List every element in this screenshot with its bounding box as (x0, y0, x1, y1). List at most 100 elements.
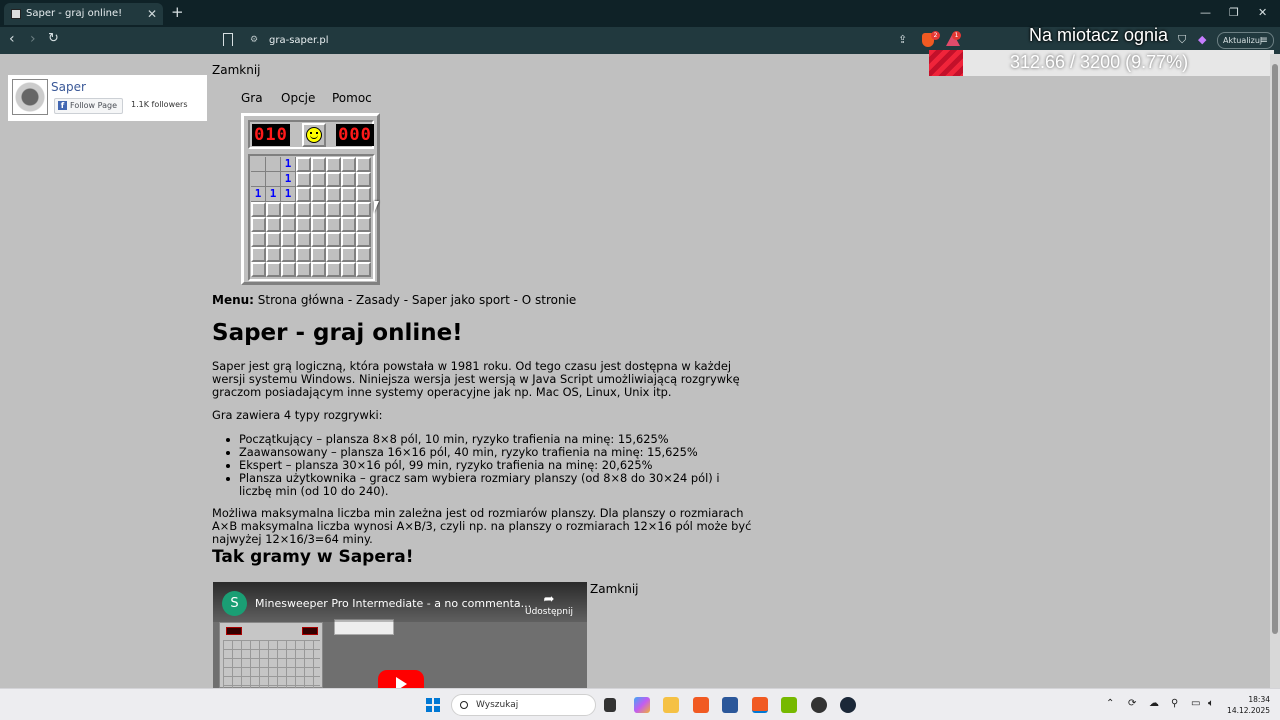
video-share-button[interactable]: ➦ Udostępnij (525, 592, 573, 617)
board-cell[interactable] (326, 247, 341, 262)
board-cell[interactable] (311, 157, 326, 172)
board-cell[interactable]: 1 (281, 172, 296, 187)
board-cell[interactable] (356, 232, 371, 247)
board-cell[interactable] (341, 172, 356, 187)
board-cell[interactable]: 1 (281, 187, 296, 202)
board-cell[interactable] (266, 157, 281, 172)
board-cell[interactable] (326, 157, 341, 172)
address-bar[interactable]: ⚙ gra-saper.pl (243, 31, 883, 50)
board-cell[interactable] (356, 262, 371, 277)
menu-icon[interactable]: ≡ (1260, 33, 1268, 48)
youtube-video-embed[interactable]: S Minesweeper Pro Intermediate - a no co… (213, 582, 587, 688)
board-cell[interactable] (281, 217, 296, 232)
board-cell[interactable] (296, 232, 311, 247)
windows-start-icon[interactable] (426, 698, 440, 712)
back-icon[interactable]: ‹ (9, 31, 15, 47)
board-cell[interactable] (266, 247, 281, 262)
close-video-link[interactable]: Zamknij (590, 582, 639, 596)
board-cell[interactable] (356, 202, 371, 217)
board-cell[interactable] (311, 202, 326, 217)
cloud-icon[interactable]: ☁ (1149, 698, 1159, 709)
board-cell[interactable] (251, 262, 266, 277)
forward-icon[interactable]: › (30, 31, 36, 47)
board-cell[interactable] (341, 262, 356, 277)
scrollbar-thumb[interactable] (1272, 64, 1278, 634)
board-cell[interactable] (356, 217, 371, 232)
board-cell[interactable] (296, 157, 311, 172)
board-cell[interactable] (296, 172, 311, 187)
nvidia-icon[interactable] (781, 697, 797, 713)
board-cell[interactable] (356, 172, 371, 187)
browser-tab[interactable]: Saper - graj online! ✕ (4, 3, 163, 25)
channel-avatar[interactable]: S (222, 591, 247, 616)
file-explorer-icon[interactable] (663, 697, 679, 713)
store-icon[interactable] (722, 697, 738, 713)
menu-links[interactable]: Strona główna - Zasady - Saper jako spor… (258, 293, 577, 307)
steam-icon[interactable] (840, 697, 856, 713)
follow-page-button[interactable]: Follow Page (54, 98, 124, 114)
bookmark-icon[interactable] (223, 33, 233, 46)
board-cell[interactable] (296, 247, 311, 262)
share-icon[interactable]: ⇪ (898, 33, 907, 46)
obs-icon[interactable] (811, 697, 827, 713)
board-cell[interactable] (266, 262, 281, 277)
youtube-play-icon[interactable] (378, 670, 424, 688)
board-cell[interactable] (296, 187, 311, 202)
tray-chevron-icon[interactable]: ⌃ (1106, 698, 1114, 709)
close-link[interactable]: Zamknij (212, 63, 261, 77)
board-cell[interactable] (311, 247, 326, 262)
board-cell[interactable] (341, 247, 356, 262)
board-cell[interactable] (281, 202, 296, 217)
brave-active-icon[interactable] (752, 697, 768, 713)
board-cell[interactable] (296, 262, 311, 277)
board-cell[interactable] (311, 217, 326, 232)
leo-ai-icon[interactable]: ◆ (1198, 33, 1206, 46)
board-cell[interactable] (311, 262, 326, 277)
board-cell[interactable] (326, 187, 341, 202)
update-button[interactable]: Aktualizuj ≡ (1217, 32, 1274, 49)
reload-icon[interactable]: ↻ (48, 31, 59, 46)
board-cell[interactable] (296, 202, 311, 217)
microphone-icon[interactable]: ⚲ (1171, 698, 1178, 709)
board-cell[interactable] (341, 157, 356, 172)
board-cell[interactable] (311, 187, 326, 202)
board-cell[interactable] (356, 157, 371, 172)
saper-mine-avatar[interactable] (12, 79, 48, 115)
board-cell[interactable] (266, 232, 281, 247)
site-settings-icon[interactable]: ⚙ (250, 31, 258, 50)
board-cell[interactable] (251, 172, 266, 187)
board-cell[interactable] (341, 202, 356, 217)
game-menu-pomoc[interactable]: Pomoc (332, 91, 372, 105)
board-cell[interactable] (356, 247, 371, 262)
brave-taskbar-icon[interactable] (693, 697, 709, 713)
board-cell[interactable] (341, 217, 356, 232)
board-cell[interactable] (326, 217, 341, 232)
board-cell[interactable] (251, 232, 266, 247)
game-menu-gra[interactable]: Gra (241, 91, 263, 105)
board-cell[interactable] (326, 232, 341, 247)
network-icon[interactable]: ▭ (1191, 698, 1200, 709)
vpn-shield-icon[interactable]: ⛉ (1178, 33, 1186, 47)
copilot-icon[interactable] (634, 697, 650, 713)
board-cell[interactable] (251, 157, 266, 172)
board-cell[interactable] (266, 217, 281, 232)
game-menu-opcje[interactable]: Opcje (281, 91, 315, 105)
board-cell[interactable] (251, 247, 266, 262)
board-cell[interactable]: 1 (281, 157, 296, 172)
task-view-icon[interactable] (604, 698, 616, 712)
board-cell[interactable] (296, 217, 311, 232)
board-cell[interactable] (356, 187, 371, 202)
maximize-icon[interactable]: ❐ (1229, 6, 1239, 19)
board-cell[interactable] (251, 202, 266, 217)
board-cell[interactable] (326, 262, 341, 277)
volume-icon[interactable]: 🔈︎ (1208, 698, 1214, 709)
window-close-icon[interactable]: ✕ (1258, 6, 1267, 19)
sync-icon[interactable]: ⟳ (1128, 698, 1136, 709)
board-cell[interactable] (281, 262, 296, 277)
board-cell[interactable] (266, 202, 281, 217)
board-cell[interactable]: 1 (266, 187, 281, 202)
video-title[interactable]: Minesweeper Pro Intermediate - a no comm… (255, 597, 531, 610)
board-cell[interactable] (281, 247, 296, 262)
board-cell[interactable] (341, 232, 356, 247)
board-cell[interactable] (281, 232, 296, 247)
